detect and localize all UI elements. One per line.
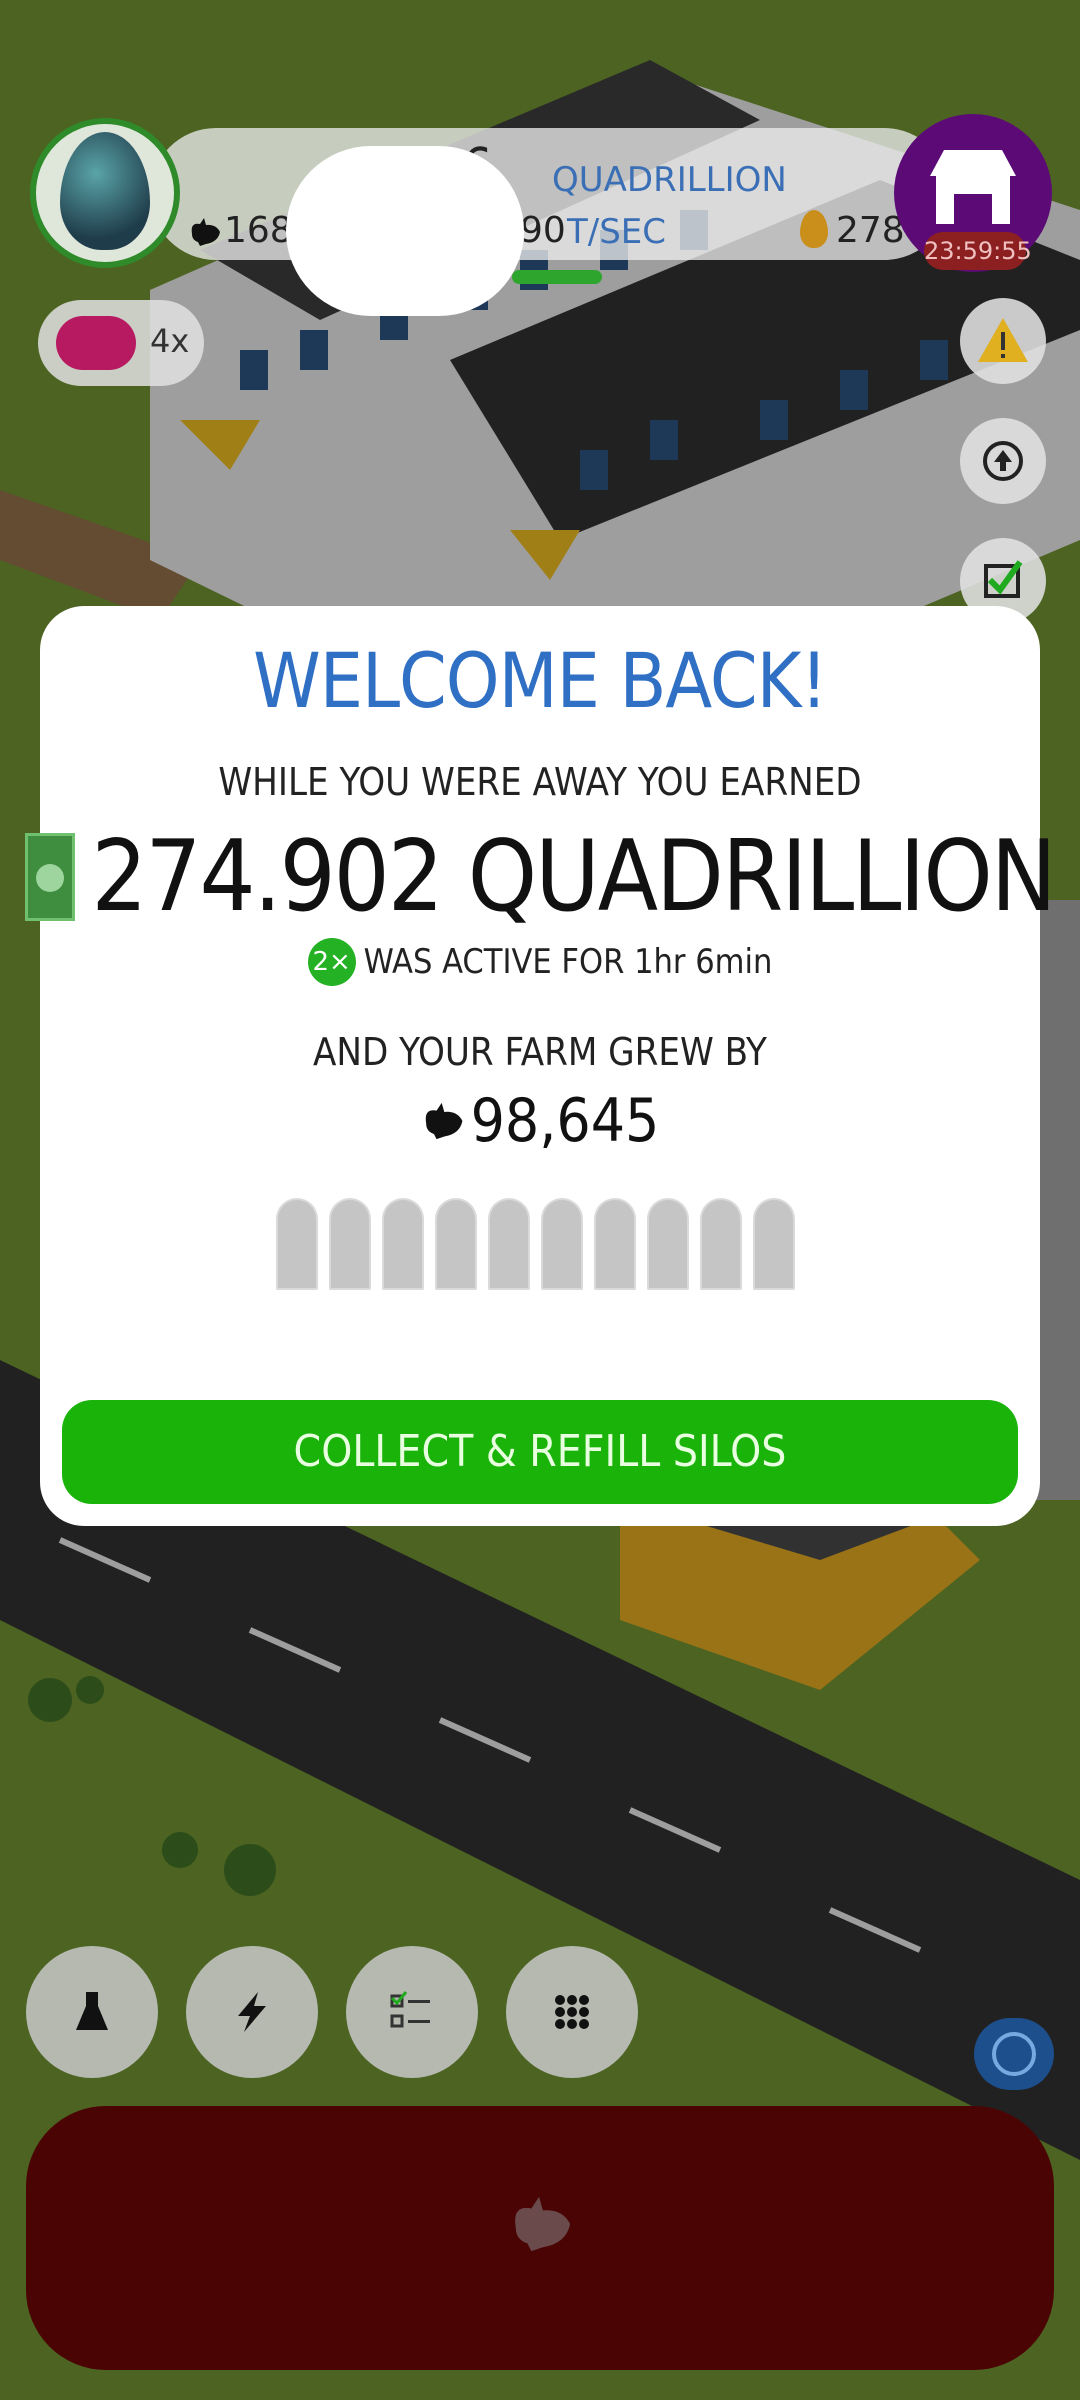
silo-icon: [700, 1198, 742, 1290]
money-unit: QUADRILLION: [552, 160, 787, 200]
camera-cutout: [286, 146, 524, 316]
boost-row: 2× WAS ACTIVE FOR 1hr 6min: [0, 938, 1080, 986]
chicken-icon: [188, 216, 222, 252]
drone-count: 4x: [150, 322, 190, 360]
farm-grew-row: 98,645: [0, 1086, 1080, 1156]
earned-row: 274.902 QUADRILLION: [0, 820, 1080, 934]
farm-grew-value: 98,645: [470, 1086, 660, 1156]
silo-icon: [647, 1198, 689, 1290]
warning-icon: [978, 318, 1028, 362]
boost-badge: 2×: [307, 938, 356, 986]
silo-icon: [435, 1198, 477, 1290]
silo-icon: [753, 1198, 795, 1290]
drone-icon: [56, 316, 136, 370]
earning-rate-unit: T/SEC: [567, 212, 667, 252]
earning-rate-value: 90: [520, 210, 566, 251]
silo-icon: [382, 1198, 424, 1290]
boost-button[interactable]: [186, 1946, 318, 2078]
golden-egg-icon: [800, 210, 828, 248]
dialog-subtitle: WHILE YOU WERE AWAY YOU EARNED: [218, 760, 862, 804]
upgrade-button[interactable]: [960, 418, 1046, 504]
dialog-title: WELCOME BACK!: [253, 636, 828, 725]
boost-text: WAS ACTIVE FOR 1hr 6min: [363, 942, 773, 982]
menu-button[interactable]: [506, 1946, 638, 2078]
silo-icon: [488, 1198, 530, 1290]
checklist-icon: [390, 1991, 430, 2028]
help-icon: [992, 2032, 1036, 2076]
earned-amount: 274.902 QUADRILLION: [91, 820, 1056, 934]
chicken-icon: [425, 1102, 462, 1140]
chicken-icon: [515, 2196, 571, 2252]
silo-icon: [276, 1198, 318, 1290]
progress-bar: [512, 270, 602, 284]
shop-timer: 23:59:55: [924, 232, 1032, 270]
silo-icon: [594, 1198, 636, 1290]
grid-icon: [555, 1995, 589, 2029]
farm-grew-label: AND YOUR FARM GREW BY: [313, 1030, 767, 1074]
hatch-chicken-button[interactable]: [26, 2106, 1054, 2370]
silo-icon: [541, 1198, 583, 1290]
silo-row: [276, 1198, 806, 1290]
cash-icon: [25, 833, 76, 921]
warning-button[interactable]: [960, 298, 1046, 384]
lightning-icon: [238, 1992, 266, 2032]
research-button[interactable]: [26, 1946, 158, 2078]
flask-icon: [76, 1992, 108, 2030]
help-button[interactable]: [974, 2018, 1054, 2090]
upgrade-icon: [983, 441, 1023, 481]
silo-icon: [329, 1198, 371, 1290]
collect-refill-silos-button[interactable]: COLLECT & REFILL SILOS: [62, 1400, 1018, 1504]
tasks-button[interactable]: [346, 1946, 478, 2078]
